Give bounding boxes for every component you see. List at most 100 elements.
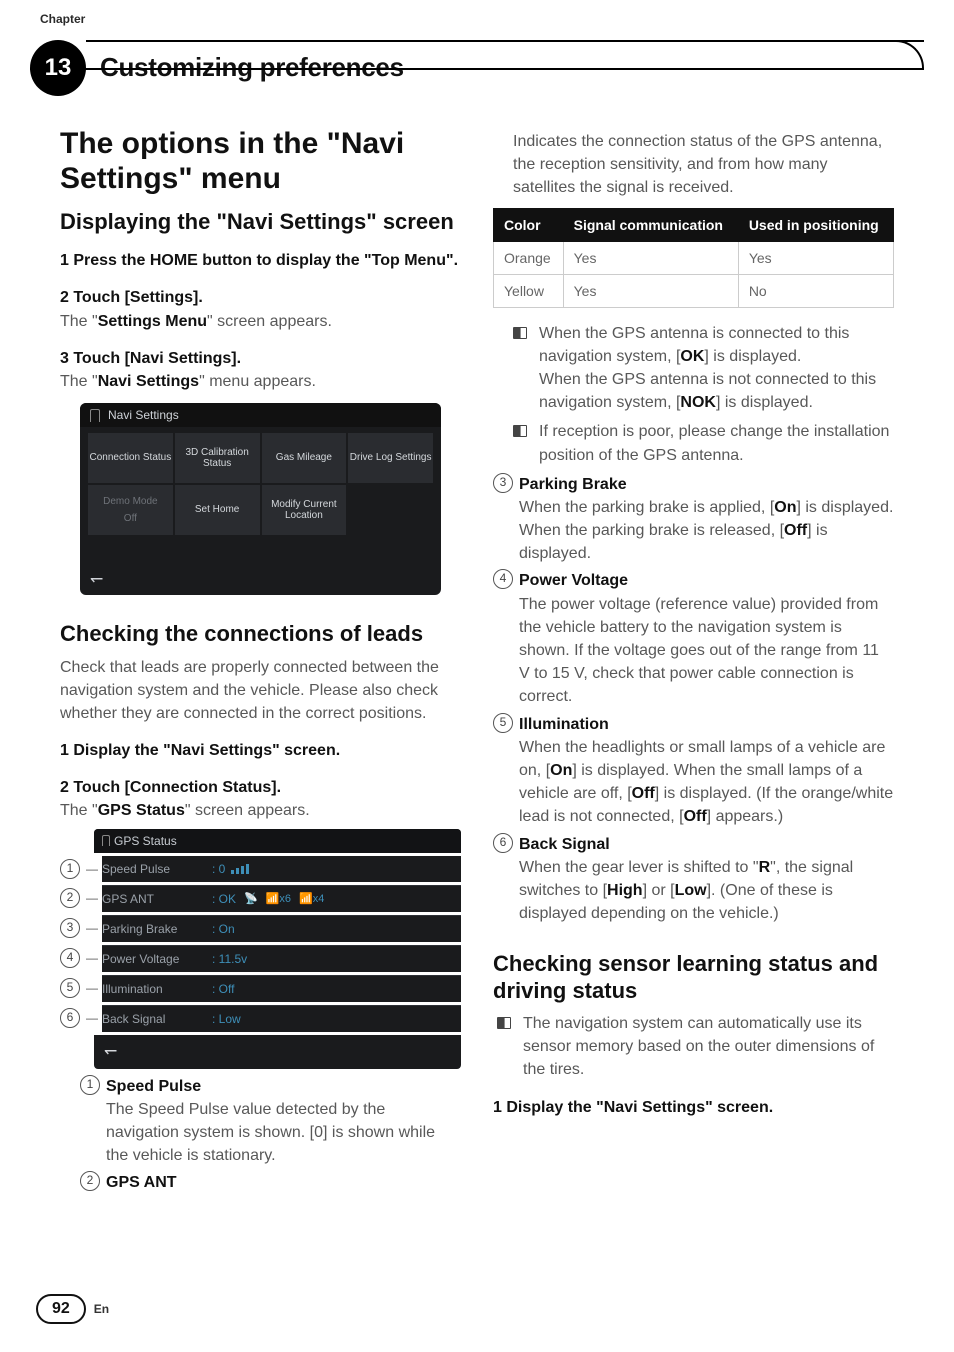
bullet-item: The navigation system can automatically … (497, 1012, 894, 1082)
enum-label: Speed Pulse (106, 1078, 201, 1095)
gps-row-label: Speed Pulse (102, 862, 212, 876)
t: ] or [ (643, 882, 675, 899)
back-icon: ↽ (90, 569, 103, 589)
t: ] is displayed. (716, 394, 813, 411)
bullet-item: If reception is poor, please change the … (513, 420, 894, 466)
t: Navi Settings (98, 373, 199, 390)
callout-arrow: — (86, 891, 102, 905)
callout-arrow: — (86, 981, 102, 995)
t: " screen (366, 209, 453, 234)
back-icon: ↽ (94, 1035, 461, 1069)
subsection-title: Checking the connections of leads (60, 621, 461, 647)
step-1b: 1 Display the "Navi Settings" screen. (60, 739, 461, 762)
tile-grid: Connection Status 3D Calibration Status … (80, 427, 441, 541)
t: When the parking brake is applied, [ (519, 499, 774, 516)
t: The " (60, 373, 98, 390)
paragraph: Check that leads are properly connected … (60, 656, 461, 726)
enum-text: GPS ANT (106, 1171, 461, 1194)
bullet-item: When the GPS antenna is connected to thi… (513, 322, 894, 415)
step-1c: 1 Display the "Navi Settings" screen. (493, 1096, 894, 1119)
step-3-body: The "Navi Settings" menu appears. (60, 370, 461, 393)
callout-1: 1 (60, 859, 80, 879)
callout-3: 3 (60, 918, 80, 938)
tile-drive-log: Drive Log Settings (348, 433, 433, 483)
gps-row-value: : 0 (212, 862, 225, 876)
content-columns: The options in the "Navi Settings" menu … (60, 126, 894, 1262)
enum-list: 3 Parking Brake When the parking brake i… (493, 473, 894, 926)
t: On (550, 762, 572, 779)
t: Off (124, 513, 137, 525)
step-1: 1 Press the HOME button to display the "… (60, 249, 461, 272)
t: NOK (680, 394, 716, 411)
bullet-list: When the GPS antenna is connected to thi… (513, 322, 894, 467)
table-cell: Yellow (494, 274, 564, 307)
rule (86, 40, 924, 42)
t: " screen appears. (185, 802, 310, 819)
footer: 92 En (36, 1294, 109, 1324)
callout-arrow: — (86, 921, 102, 935)
t: x4 (313, 893, 325, 905)
t: ] is displayed. (704, 348, 801, 365)
t: Off (684, 808, 707, 825)
tile-empty (348, 485, 433, 535)
enum-body: The Speed Pulse value detected by the na… (106, 1101, 435, 1164)
enum-text: Illumination When the headlights or smal… (519, 713, 894, 829)
header-bar: 13 Customizing preferences (30, 40, 924, 100)
gps-row-value: : Off (212, 982, 234, 996)
t: x6 (279, 893, 291, 905)
t: OK (680, 348, 704, 365)
table-cell: No (738, 274, 893, 307)
t: The " (60, 313, 98, 330)
circled-3-icon: 3 (493, 473, 513, 493)
enum-text: Power Voltage The power voltage (referen… (519, 569, 894, 708)
enum-body: The power voltage (reference value) prov… (519, 596, 879, 706)
t: " screen appears. (207, 313, 332, 330)
enum-label: Illumination (519, 716, 609, 733)
paragraph: Indicates the connection status of the G… (513, 130, 894, 200)
table-row: Yellow Yes No (494, 274, 894, 307)
screenshot-title: Navi Settings (80, 403, 441, 427)
callout-arrow: — (86, 862, 102, 876)
enum-text: Parking Brake When the parking brake is … (519, 473, 894, 566)
section-title: The options in the "Navi Settings" menu (60, 126, 461, 197)
sat-icon: 📡 (244, 892, 258, 905)
callout-6: 6 (60, 1008, 80, 1028)
table-cell: Yes (563, 274, 738, 307)
circled-6-icon: 6 (493, 833, 513, 853)
gps-row-value: : OK (212, 892, 236, 906)
step-2b-body: The "GPS Status" screen appears. (60, 799, 461, 822)
page-number: 92 (36, 1294, 86, 1324)
table-header: Signal communication (563, 208, 738, 241)
t: Off (632, 785, 655, 802)
callout-4: 4 (60, 948, 80, 968)
enum-item-2: 2 GPS ANT (80, 1171, 461, 1194)
enum-text: Speed Pulse The Speed Pulse value detect… (106, 1075, 461, 1168)
t: Settings Menu (98, 313, 207, 330)
t: Displaying the " (60, 209, 227, 234)
t: Off (784, 522, 807, 539)
enum-item-1: 1 Speed Pulse The Speed Pulse value dete… (80, 1075, 461, 1168)
callout-arrow: — (86, 951, 102, 965)
enum-item-4: 4 Power Voltage The power voltage (refer… (493, 569, 894, 708)
tile-demo-mode: Demo Mode Off (88, 485, 173, 535)
speed-bars-icon (231, 864, 249, 874)
t: R (759, 859, 771, 876)
gps-row-value: : 11.5v (212, 952, 247, 966)
gps-row-label: Power Voltage (102, 952, 212, 966)
sat-count: 📶x4 (299, 892, 324, 905)
t: On (774, 499, 796, 516)
step-2-body: The "Settings Menu" screen appears. (60, 310, 461, 333)
circled-5-icon: 5 (493, 713, 513, 733)
left-column: The options in the "Navi Settings" menu … (60, 126, 461, 1262)
step-2: 2 Touch [Settings]. (60, 286, 461, 309)
enum-list: 1 Speed Pulse The Speed Pulse value dete… (80, 1075, 461, 1195)
gps-row-value: : On (212, 922, 235, 936)
tile-gas-mileage: Gas Mileage (262, 433, 347, 483)
enum-label: GPS ANT (106, 1174, 177, 1191)
sat-count: 📶x6 (266, 892, 291, 905)
subsection-title: Checking sensor learning status and driv… (493, 951, 894, 1004)
table-header: Color (494, 208, 564, 241)
tile-connection-status: Connection Status (88, 433, 173, 483)
callout-arrow: — (86, 1011, 102, 1025)
circled-4-icon: 4 (493, 569, 513, 589)
